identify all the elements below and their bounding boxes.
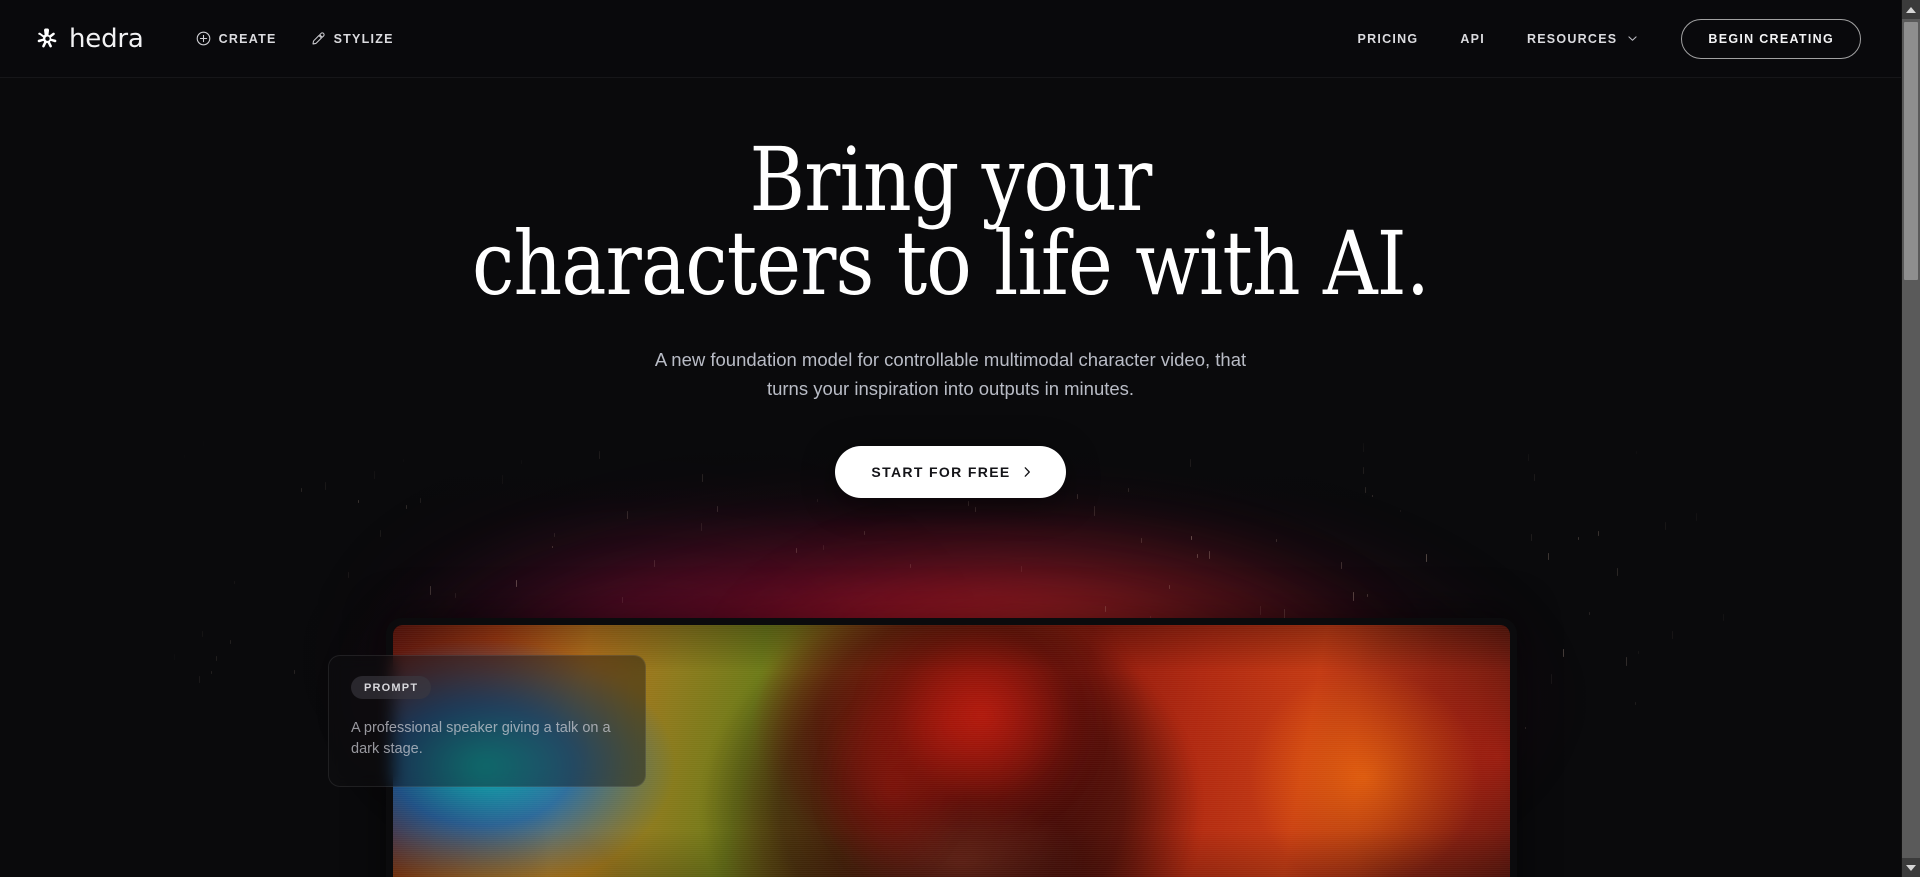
browser-viewport: hedra CREATE STYLIZE PRICING API RESOURC… [0, 0, 1920, 877]
site-header: hedra CREATE STYLIZE PRICING API RESOURC… [0, 0, 1901, 78]
nav-link-api-label: API [1460, 31, 1485, 46]
hero-cta-wrapper: START FOR FREE [0, 445, 1901, 498]
brand-name: hedra [69, 23, 144, 54]
triangle-down-icon [1906, 864, 1916, 871]
nav-item-stylize-label: STYLIZE [333, 31, 394, 46]
nav-link-pricing[interactable]: PRICING [1358, 32, 1419, 46]
hedra-asterisk-logo-icon [37, 28, 57, 48]
nav-item-create[interactable]: CREATE [196, 31, 277, 46]
nav-item-create-label: CREATE [218, 31, 277, 46]
hero-subtitle-line-1: A new foundation model for controllable … [654, 349, 1156, 371]
headline-line-1: Bring your [749, 128, 1153, 231]
page-content: hedra CREATE STYLIZE PRICING API RESOURC… [0, 0, 1901, 877]
hero-section: Bring your characters to life with AI. A… [0, 78, 1901, 498]
prompt-text: A professional speaker giving a talk on … [351, 720, 611, 758]
nav-link-resources[interactable]: RESOURCES [1527, 32, 1639, 46]
chevron-down-icon [1628, 36, 1637, 41]
secondary-nav: PRICING API RESOURCES BEGIN CREATING [1358, 18, 1861, 59]
prompt-badge: PROMPT [351, 676, 432, 699]
scrollbar-up-button[interactable] [1902, 0, 1920, 19]
start-for-free-button[interactable]: START FOR FREE [835, 445, 1066, 498]
primary-nav: CREATE STYLIZE [196, 31, 394, 46]
vertical-scrollbar[interactable] [1901, 0, 1920, 877]
hero-subtitle: A new foundation model for controllable … [651, 345, 1251, 403]
headline-line-2: characters to life with AI. [471, 211, 1430, 315]
plus-circle-icon [196, 31, 210, 46]
prompt-card: PROMPT A professional speaker giving a t… [328, 655, 646, 788]
brand-logo[interactable]: hedra [36, 26, 144, 52]
nav-item-stylize[interactable]: STYLIZE [311, 31, 394, 46]
nav-link-pricing-label: PRICING [1357, 31, 1419, 46]
nav-link-resources-label: RESOURCES [1526, 31, 1618, 46]
scrollbar-thumb[interactable] [1904, 22, 1918, 280]
begin-creating-button[interactable]: BEGIN CREATING [1681, 18, 1861, 59]
pen-brush-icon [312, 32, 325, 45]
start-for-free-label: START FOR FREE [871, 463, 1011, 480]
nav-link-api[interactable]: API [1460, 32, 1485, 46]
scrollbar-down-button[interactable] [1902, 858, 1920, 877]
page-title: Bring your characters to life with AI. [133, 128, 1768, 315]
triangle-up-icon [1906, 6, 1916, 13]
chevron-right-icon [1024, 466, 1030, 477]
